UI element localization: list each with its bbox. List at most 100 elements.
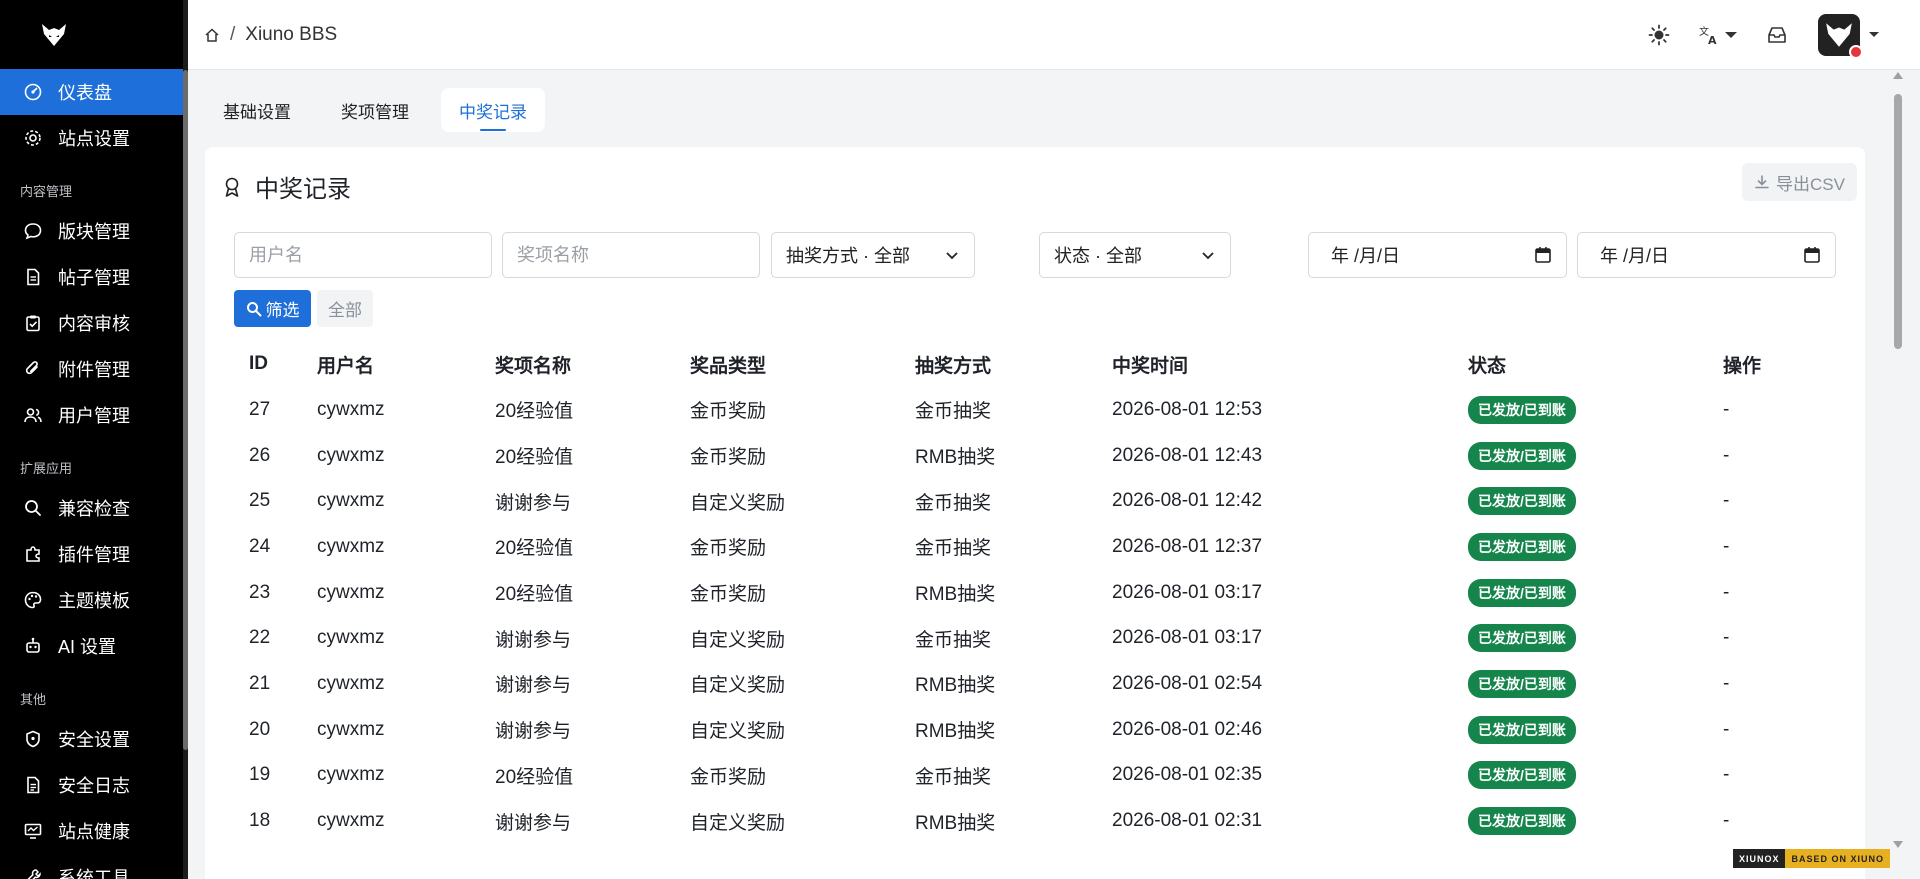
status-badge: 已发放/已到账 <box>1468 761 1576 790</box>
cell-time: 2026-08-01 03:17 <box>1112 627 1263 649</box>
sidebar-item-tool[interactable]: 系统工具 <box>0 854 188 879</box>
sidebar-item-label: 安全日志 <box>58 776 130 796</box>
cell-prize-type: 自定义奖励 <box>690 492 786 514</box>
status-badge: 已发放/已到账 <box>1468 669 1576 698</box>
sidebar-item-search[interactable]: 兼容检查 <box>0 485 188 531</box>
sidebar-item-monitor[interactable]: 站点健康 <box>0 808 188 854</box>
export-csv-button[interactable]: 导出CSV <box>1742 163 1857 201</box>
status-badge: 已发放/已到账 <box>1468 395 1576 424</box>
sidebar-item-log[interactable]: 安全日志 <box>0 762 188 808</box>
tab-prize-management[interactable]: 奖项管理 <box>323 88 427 132</box>
cell-username: cywxmz <box>317 627 385 649</box>
sidebar-item-clipboard-check[interactable]: 内容审核 <box>0 300 188 346</box>
sidebar-item-label: 站点健康 <box>58 822 130 842</box>
sidebar-item-gear[interactable]: 站点设置 <box>0 115 188 161</box>
cell-username: cywxmz <box>317 672 385 694</box>
cell-id: 22 <box>249 627 271 649</box>
cell-action: - <box>1723 718 1730 740</box>
end-date-field[interactable]: 年 /月/日 <box>1577 232 1836 278</box>
tab-winning-records[interactable]: 中奖记录 <box>441 88 545 132</box>
cell-username: cywxmz <box>317 444 385 466</box>
cell-status: 已发放/已到账 <box>1453 753 1708 799</box>
sidebar-item-users[interactable]: 用户管理 <box>0 392 188 438</box>
cell-action: - <box>1723 490 1730 512</box>
sidebar-group-title: 内容管理 <box>20 184 73 199</box>
scrollbar-thumb[interactable] <box>1894 94 1902 349</box>
table-row: 25 cywxmz 谢谢参与 自定义奖励 金币抽奖 2026-08-01 12:42 已发放… <box>234 478 1834 524</box>
cell-time: 2026-08-01 12:53 <box>1112 398 1263 420</box>
robot-icon <box>26 637 40 653</box>
cell-id: 24 <box>249 535 271 557</box>
cell-method: RMB抽奖 <box>915 584 996 606</box>
cell-status: 已发放/已到账 <box>1453 798 1708 844</box>
col-header-status: 状态 <box>1468 355 1507 377</box>
cell-time: 2026-08-01 02:54 <box>1112 672 1263 694</box>
sidebar-item-label: 站点设置 <box>58 129 130 149</box>
sidebar-item-label: 用户管理 <box>58 406 130 426</box>
logo[interactable] <box>0 0 188 69</box>
tab-basic-settings[interactable]: 基础设置 <box>205 88 309 132</box>
cell-time: 2026-08-01 02:35 <box>1112 764 1263 786</box>
scroll-down-arrow[interactable] <box>1893 841 1903 848</box>
sidebar-scrollbar[interactable] <box>183 0 188 879</box>
cell-prize: 谢谢参与 <box>495 812 572 834</box>
records-card: 中奖记录 导出CSV 抽奖方式 · 全部 状态 · 全部 年 /月/日 年 /月… <box>205 147 1865 879</box>
cell-prize: 谢谢参与 <box>495 492 572 514</box>
sidebar-item-document[interactable]: 帖子管理 <box>0 254 188 300</box>
theme-toggle-button[interactable] <box>1648 24 1670 46</box>
reset-all-button[interactable]: 全部 <box>317 290 373 327</box>
start-date-field[interactable]: 年 /月/日 <box>1308 232 1567 278</box>
footer-badge-right: BASED ON XIUNO <box>1785 849 1890 868</box>
cell-prize: 谢谢参与 <box>495 629 572 651</box>
prize-name-field[interactable] <box>502 232 760 278</box>
sidebar-item-label: 帖子管理 <box>58 268 130 288</box>
cell-id: 18 <box>249 810 271 832</box>
breadcrumb-site-name[interactable]: Xiuno BBS <box>245 24 337 46</box>
cell-action: - <box>1723 672 1730 694</box>
home-icon[interactable] <box>204 27 220 43</box>
page-scrollbar[interactable] <box>1891 72 1903 848</box>
sidebar-item-paperclip[interactable]: 附件管理 <box>0 346 188 392</box>
records-table: ID 用户名 奖项名称 奖品类型 抽奖方式 中奖时间 状态 操作 27 cywxm… <box>234 341 1834 844</box>
dashboard-icon <box>24 83 42 101</box>
cell-status: 已发放/已到账 <box>1453 570 1708 616</box>
language-dropdown-button[interactable]: 文 A <box>1698 24 1738 46</box>
sidebar-item-label: 内容审核 <box>58 314 130 334</box>
caret-down-icon <box>1869 32 1879 37</box>
search-icon <box>25 500 41 516</box>
clipboard-check-icon <box>26 315 40 332</box>
sidebar-item-puzzle[interactable]: 插件管理 <box>0 531 188 577</box>
sidebar-item-dashboard[interactable]: 仪表盘 <box>0 69 183 115</box>
sidebar-item-robot[interactable]: AI 设置 <box>0 623 188 669</box>
calendar-icon[interactable] <box>1803 246 1821 264</box>
table-row: 26 cywxmz 20经验值 金币奖励 RMB抽奖 2026-08-01 12:43 已发… <box>234 433 1834 479</box>
cell-id: 20 <box>249 718 271 740</box>
filter-button[interactable]: 筛选 <box>234 290 311 327</box>
username-input[interactable] <box>249 244 477 266</box>
start-date-value: 年 /月/日 <box>1331 246 1401 266</box>
sidebar-item-palette[interactable]: 主题模板 <box>0 577 188 623</box>
avatar <box>1818 14 1863 59</box>
footer-badge[interactable]: XIUNOX BASED ON XIUNO <box>1732 849 1890 868</box>
scroll-up-arrow[interactable] <box>1893 72 1903 79</box>
topbar: / Xiuno BBS 文 A <box>188 0 1920 70</box>
sidebar-item-chat-bubble[interactable]: 版块管理 <box>0 208 188 254</box>
user-menu-button[interactable] <box>1818 14 1880 59</box>
cell-id: 27 <box>249 398 271 420</box>
cell-status: 已发放/已到账 <box>1453 387 1708 433</box>
cell-prize-type: 自定义奖励 <box>690 721 786 743</box>
users-icon <box>24 408 42 423</box>
inbox-button[interactable] <box>1766 24 1788 46</box>
draw-method-select[interactable]: 抽奖方式 · 全部 <box>771 232 975 278</box>
calendar-icon[interactable] <box>1534 246 1552 264</box>
download-icon <box>1755 175 1769 189</box>
status-select[interactable]: 状态 · 全部 <box>1039 232 1231 278</box>
sun-icon <box>1648 24 1670 46</box>
username-field[interactable] <box>234 232 492 278</box>
table-row: 20 cywxmz 谢谢参与 自定义奖励 RMB抽奖 2026-08-01 02:46 已发… <box>234 707 1834 753</box>
cell-action: - <box>1723 535 1730 557</box>
sidebar-item-shield[interactable]: 安全设置 <box>0 716 188 762</box>
cell-time: 2026-08-01 02:31 <box>1112 810 1263 832</box>
prize-name-input[interactable] <box>517 244 745 266</box>
palette-icon <box>24 591 42 609</box>
